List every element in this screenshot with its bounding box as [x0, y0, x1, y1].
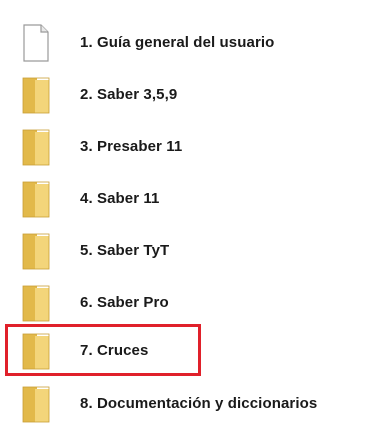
- list-item-saber-359[interactable]: 2. Saber 3,5,9: [0, 69, 388, 121]
- folder-icon: [22, 128, 50, 166]
- list-item-saber-pro[interactable]: 6. Saber Pro: [0, 277, 388, 329]
- folder-icon: [22, 76, 50, 114]
- item-label: 4. Saber 11: [80, 190, 160, 207]
- list-item-saber-11[interactable]: 4. Saber 11: [0, 173, 388, 225]
- folder-icon: [22, 284, 50, 322]
- item-label: 2. Saber 3,5,9: [80, 86, 178, 103]
- file-list: 1. Guía general del usuario 2. Saber 3,5…: [0, 0, 388, 423]
- item-label: 5. Saber TyT: [80, 242, 170, 259]
- list-item-guia-general[interactable]: 1. Guía general del usuario: [0, 17, 388, 69]
- item-label: 8. Documentación y diccionarios: [80, 395, 318, 412]
- item-label: 6. Saber Pro: [80, 294, 169, 311]
- folder-icon: [22, 180, 50, 218]
- item-label: 7. Cruces: [80, 342, 149, 359]
- item-label: 1. Guía general del usuario: [80, 34, 275, 51]
- list-item-saber-tyt[interactable]: 5. Saber TyT: [0, 225, 388, 277]
- folder-icon: [22, 232, 50, 270]
- list-item-cruces[interactable]: 7. Cruces: [0, 325, 388, 377]
- item-label: 3. Presaber 11: [80, 138, 183, 155]
- document-icon: [22, 24, 50, 62]
- folder-icon: [22, 385, 50, 423]
- list-item-presaber-11[interactable]: 3. Presaber 11: [0, 121, 388, 173]
- list-item-documentacion[interactable]: 8. Documentación y diccionarios: [0, 378, 388, 430]
- folder-icon: [22, 332, 50, 370]
